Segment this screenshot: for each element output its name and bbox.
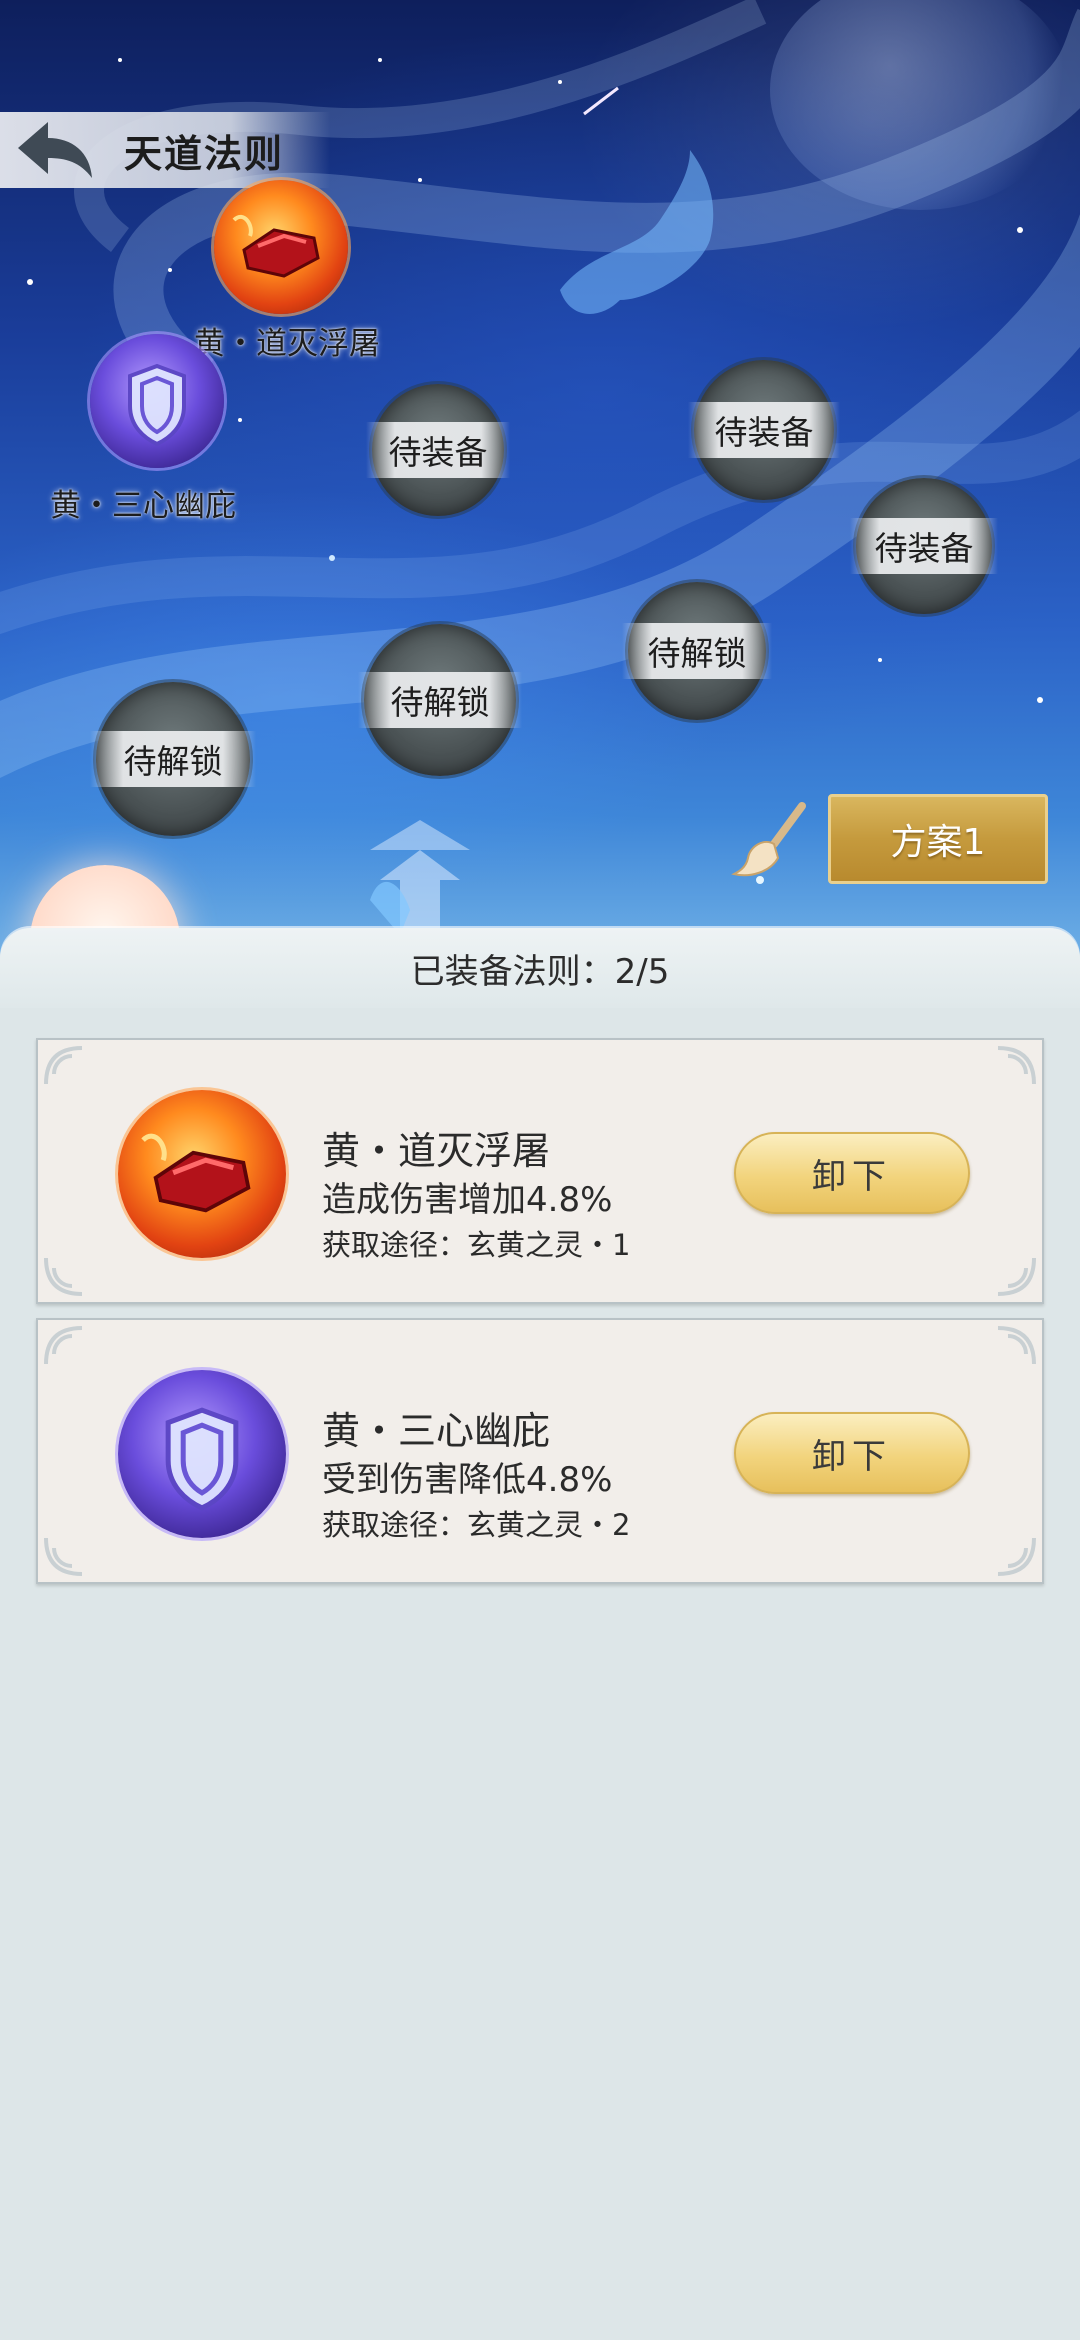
purple-shield-icon <box>118 1370 286 1538</box>
unequip-button[interactable]: 卸下 <box>734 1132 970 1214</box>
slot-status-label: 待装备 <box>688 402 840 458</box>
corner-ornament <box>997 1537 1036 1576</box>
slot-status-label: 待装备 <box>850 518 998 574</box>
rule-slot-locked[interactable]: 待解锁 <box>90 682 256 836</box>
page-title: 天道法则 <box>124 132 285 176</box>
rule-effect: 受到伤害降低4.8% <box>322 1460 613 1500</box>
rule-name: 黄・三心幽庇 <box>322 1409 551 1453</box>
corner-ornament <box>997 1326 1036 1365</box>
brush-button[interactable] <box>730 800 810 880</box>
slot-status-label: 待解锁 <box>622 623 772 679</box>
rule-source: 获取途径：玄黄之灵・1 <box>322 1228 631 1262</box>
rule-slot-empty[interactable]: 待装备 <box>850 478 998 614</box>
back-arrow-icon <box>18 122 92 178</box>
equipped-rule-card: 黄・道灭浮屠 造成伤害增加4.8% 获取途径：玄黄之灵・1 卸下 <box>36 1038 1044 1304</box>
slot-status-label: 待装备 <box>366 422 510 478</box>
equipped-count-title: 已装备法则：2/5 <box>410 952 670 992</box>
slot-status-label: 待解锁 <box>90 731 256 787</box>
rule-slot-empty[interactable]: 待装备 <box>688 360 840 500</box>
corner-ornament <box>997 1046 1036 1085</box>
brush-icon <box>731 802 806 877</box>
corner-ornament <box>44 1046 83 1085</box>
rule-node-equipped-2-label: 黄・三心幽庇 <box>50 488 236 524</box>
plan-select-button[interactable]: 方案1 <box>828 794 1048 884</box>
equipped-rule-card: 黄・三心幽庇 受到伤害降低4.8% 获取途径：玄黄之灵・2 卸下 <box>36 1318 1044 1584</box>
corner-ornament <box>997 1257 1036 1296</box>
rule-slot-locked[interactable]: 待解锁 <box>622 582 772 720</box>
unequip-button[interactable]: 卸下 <box>734 1412 970 1494</box>
rule-effect: 造成伤害增加4.8% <box>322 1180 613 1220</box>
purple-shield-icon <box>128 363 186 447</box>
corner-ornament <box>44 1537 83 1576</box>
rule-node-equipped-2[interactable] <box>90 334 224 468</box>
corner-ornament <box>44 1326 83 1365</box>
rule-source: 获取途径：玄黄之灵・2 <box>322 1508 631 1542</box>
rule-node-equipped-1[interactable] <box>214 180 348 314</box>
rule-slot-locked[interactable]: 待解锁 <box>358 624 522 776</box>
corner-ornament <box>44 1257 83 1296</box>
rule-name: 黄・道灭浮屠 <box>322 1129 551 1173</box>
back-button[interactable] <box>12 118 96 182</box>
red-flame-fist-icon <box>118 1090 286 1258</box>
slot-status-label: 待解锁 <box>358 672 522 728</box>
red-flame-fist-icon <box>232 214 320 278</box>
rule-slot-empty[interactable]: 待装备 <box>366 384 510 516</box>
